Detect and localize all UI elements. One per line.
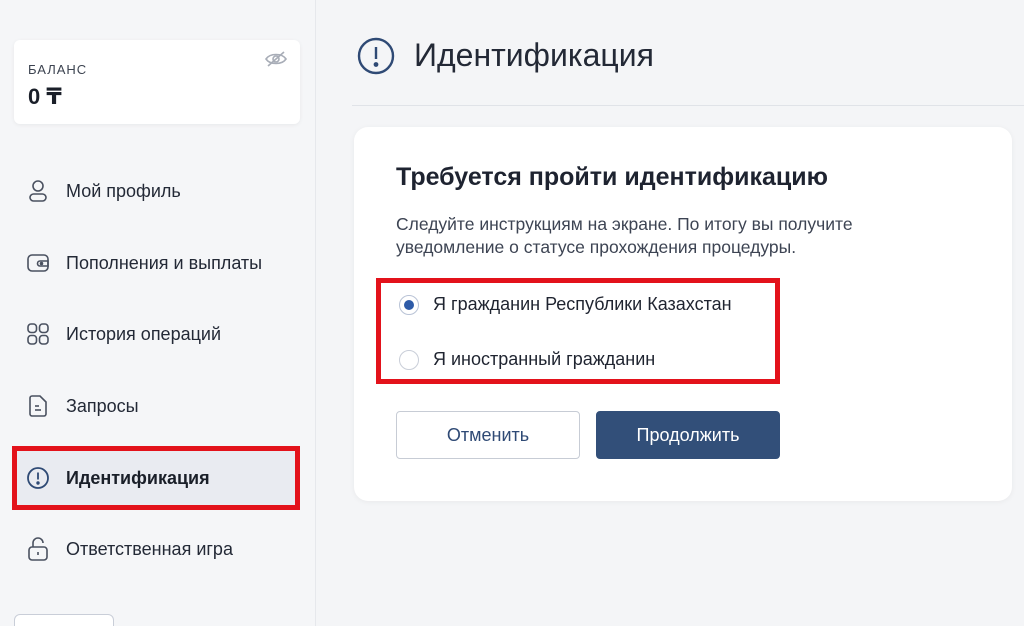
exclamation-circle-icon <box>26 466 50 490</box>
sidebar-bottom-button[interactable] <box>14 614 114 626</box>
cancel-button[interactable]: Отменить <box>396 411 580 459</box>
page-title: Идентификация <box>414 37 654 73</box>
document-icon <box>26 394 50 418</box>
radio-button[interactable] <box>399 349 419 370</box>
sidebar-item-payments[interactable]: Пополнения и выплаты <box>14 235 296 291</box>
citizenship-options: Я гражданин Республики Казахстан Я иност… <box>376 278 780 384</box>
sidebar-item-identification[interactable]: Идентификация <box>12 446 300 510</box>
sidebar-item-profile[interactable]: Мой профиль <box>14 163 296 219</box>
sidebar-item-label: Пополнения и выплаты <box>66 252 263 273</box>
sidebar-item-label: История операций <box>66 323 222 344</box>
lock-icon <box>26 537 50 561</box>
grid-icon <box>26 322 50 346</box>
card-title: Требуется пройти идентификацию <box>396 163 828 191</box>
card-description: Следуйте инструкциям на экране. По итогу… <box>396 214 853 257</box>
sidebar-item-history[interactable]: История операций <box>14 306 296 362</box>
page-header: Идентификация <box>352 28 1024 106</box>
exclamation-circle-icon <box>356 36 396 76</box>
sidebar-item-requests[interactable]: Запросы <box>14 378 296 434</box>
sidebar-item-responsible-gaming[interactable]: Ответственная игра <box>14 521 296 577</box>
sidebar-item-label: Ответственная игра <box>66 538 233 559</box>
user-icon <box>26 179 50 203</box>
identification-card: Требуется пройти идентификацию Следуйте … <box>354 127 1012 501</box>
wallet-icon <box>26 251 50 275</box>
eye-off-icon[interactable] <box>264 50 288 68</box>
sidebar-item-label: Запросы <box>66 395 139 416</box>
sidebar-item-label: Идентификация <box>66 467 210 488</box>
continue-button[interactable]: Продолжить <box>596 411 780 459</box>
option-kazakhstan-citizen[interactable]: Я гражданин Республики Казахстан <box>399 294 732 315</box>
balance-card: БАЛАНС 0 ₸ <box>14 40 300 124</box>
option-label: Я иностранный гражданин <box>433 349 656 369</box>
radio-button-selected[interactable] <box>399 294 419 315</box>
option-foreign-citizen[interactable]: Я иностранный гражданин <box>399 349 655 370</box>
balance-value: 0 ₸ <box>28 84 62 109</box>
sidebar-item-label: Мой профиль <box>66 180 181 201</box>
option-label: Я гражданин Республики Казахстан <box>433 294 732 314</box>
sidebar: БАЛАНС 0 ₸ Мой профиль Пополнения и выпл… <box>0 0 316 626</box>
balance-label: БАЛАНС <box>28 62 88 77</box>
